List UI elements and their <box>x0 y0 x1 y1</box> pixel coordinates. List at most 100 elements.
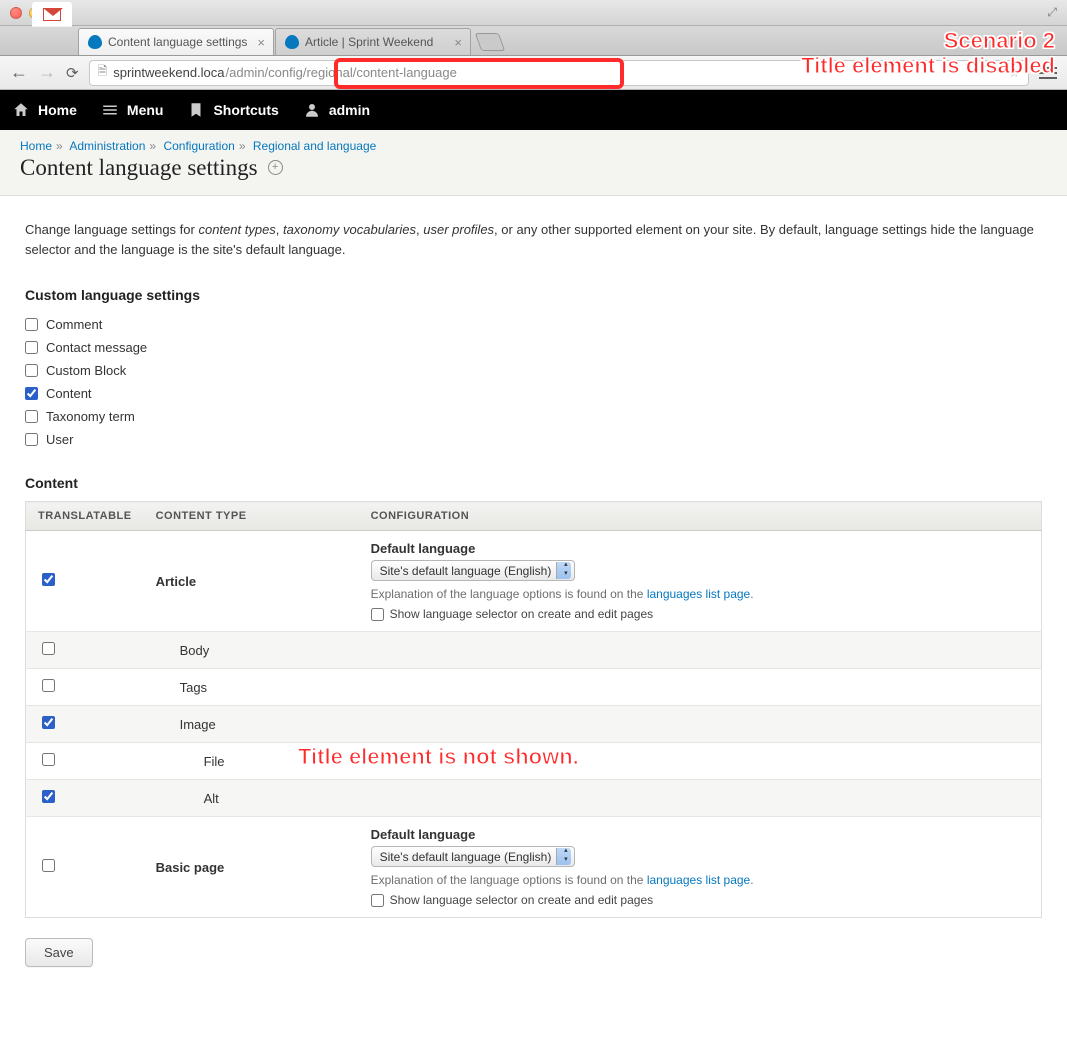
entity-type-list: Comment Contact message Custom Block Con… <box>25 313 1042 451</box>
entity-type-comment[interactable]: Comment <box>25 313 1042 336</box>
table-row-basic-page: Basic page Default language Site's defau… <box>26 817 1042 918</box>
user-icon <box>303 101 321 119</box>
admin-toolbar: Home Menu Shortcuts admin <box>0 90 1067 130</box>
toolbar-shortcuts[interactable]: Shortcuts <box>187 101 278 119</box>
hint-pre: Explanation of the language options is f… <box>371 873 647 887</box>
checkbox[interactable] <box>371 894 384 907</box>
show-selector-label: Show language selector on create and edi… <box>390 607 654 621</box>
default-language-label: Default language <box>371 541 1029 556</box>
translatable-checkbox[interactable] <box>42 679 55 692</box>
page-icon: 🗎 <box>98 62 108 83</box>
page-title: Content language settings <box>20 155 258 181</box>
pinned-tab-gmail[interactable] <box>32 2 72 27</box>
expand-icon[interactable]: ⤢ <box>1047 5 1057 20</box>
checkbox[interactable] <box>371 608 384 621</box>
browser-tab-strip: Content language settings × Article | Sp… <box>0 26 1067 56</box>
toolbar-user[interactable]: admin <box>303 101 370 119</box>
col-content-type: Content Type <box>144 502 359 531</box>
close-tab-icon[interactable]: × <box>454 35 462 50</box>
main-content: Change language settings for content typ… <box>0 196 1067 991</box>
breadcrumb-home[interactable]: Home <box>20 139 52 153</box>
breadcrumb-config[interactable]: Configuration <box>163 139 234 153</box>
bundle-label: Article <box>156 574 196 589</box>
col-configuration: Configuration <box>359 502 1042 531</box>
gmail-icon <box>43 8 61 21</box>
checkbox[interactable] <box>25 433 38 446</box>
hint-pre: Explanation of the language options is f… <box>371 587 647 601</box>
field-label: Tags <box>156 680 207 695</box>
new-tab-button[interactable] <box>475 33 506 51</box>
translatable-checkbox[interactable] <box>42 753 55 766</box>
custom-language-heading: Custom language settings <box>25 287 1042 303</box>
window-titlebar: ⤢ <box>0 0 1067 26</box>
entity-type-content[interactable]: Content <box>25 382 1042 405</box>
show-language-selector[interactable]: Show language selector on create and edi… <box>371 607 1029 621</box>
intro-em: taxonomy vocabularies <box>283 222 416 237</box>
entity-type-custom-block[interactable]: Custom Block <box>25 359 1042 382</box>
checkbox[interactable] <box>25 364 38 377</box>
browser-tab-active[interactable]: Content language settings × <box>78 28 274 55</box>
languages-list-link[interactable]: languages list page <box>647 873 750 887</box>
page-header: Home» Administration» Configuration» Reg… <box>0 130 1067 196</box>
entity-label: Custom Block <box>46 363 126 378</box>
show-language-selector[interactable]: Show language selector on create and edi… <box>371 893 1029 907</box>
toolbar-shortcuts-label: Shortcuts <box>213 102 278 118</box>
browser-menu-icon[interactable] <box>1039 67 1057 79</box>
toolbar-home[interactable]: Home <box>12 101 77 119</box>
intro-sep: , <box>276 222 283 237</box>
close-tab-icon[interactable]: × <box>257 35 265 50</box>
toolbar-menu[interactable]: Menu <box>101 101 164 119</box>
default-language-select[interactable]: Site's default language (English) <box>371 560 575 581</box>
toolbar-menu-label: Menu <box>127 102 164 118</box>
save-button[interactable]: Save <box>25 938 93 967</box>
languages-list-link[interactable]: languages list page <box>647 587 750 601</box>
intro-text: Change language settings for content typ… <box>25 220 1042 259</box>
help-icon[interactable]: + <box>268 160 283 175</box>
hint-post: . <box>750 587 753 601</box>
checkbox[interactable] <box>25 318 38 331</box>
entity-label: Content <box>46 386 92 401</box>
translatable-checkbox[interactable] <box>42 859 55 872</box>
entity-label: Taxonomy term <box>46 409 135 424</box>
reload-button[interactable]: ⟳ <box>66 64 79 82</box>
bookmark-star-icon[interactable]: ☆ <box>1008 65 1020 81</box>
translatable-checkbox[interactable] <box>42 573 55 586</box>
default-language-select-wrap: Site's default language (English) <box>371 560 575 581</box>
default-language-label: Default language <box>371 827 1029 842</box>
default-language-select-wrap: Site's default language (English) <box>371 846 575 867</box>
table-row-field-image: Image <box>26 706 1042 743</box>
intro-em: user profiles <box>423 222 494 237</box>
entity-type-user[interactable]: User <box>25 428 1042 451</box>
browser-tab[interactable]: Article | Sprint Weekend × <box>275 28 471 55</box>
browser-toolbar: ← → ⟳ 🗎 sprintweekend.loca/admin/config/… <box>0 56 1067 90</box>
checkbox[interactable] <box>25 341 38 354</box>
breadcrumb-admin[interactable]: Administration <box>69 139 145 153</box>
default-language-select[interactable]: Site's default language (English) <box>371 846 575 867</box>
annotation-highlight-box <box>334 58 624 89</box>
translatable-checkbox[interactable] <box>42 790 55 803</box>
home-icon <box>12 101 30 119</box>
breadcrumb: Home» Administration» Configuration» Reg… <box>20 139 1047 153</box>
checkbox[interactable] <box>25 410 38 423</box>
show-selector-label: Show language selector on create and edi… <box>390 893 654 907</box>
toolbar-home-label: Home <box>38 102 77 118</box>
entity-type-taxonomy-term[interactable]: Taxonomy term <box>25 405 1042 428</box>
checkbox[interactable] <box>25 387 38 400</box>
entity-type-contact-message[interactable]: Contact message <box>25 336 1042 359</box>
hint-post: . <box>750 873 753 887</box>
translatable-checkbox[interactable] <box>42 642 55 655</box>
intro-lead: Change language settings for <box>25 222 198 237</box>
translatable-checkbox[interactable] <box>42 716 55 729</box>
breadcrumb-regional[interactable]: Regional and language <box>253 139 376 153</box>
field-label: Body <box>156 643 210 658</box>
forward-button[interactable]: → <box>38 62 56 83</box>
field-label: File <box>156 754 225 769</box>
table-row-field-alt: Alt <box>26 780 1042 817</box>
address-bar[interactable]: 🗎 sprintweekend.loca/admin/config/region… <box>89 60 1029 86</box>
close-window-button[interactable] <box>10 7 22 19</box>
back-button[interactable]: ← <box>10 62 28 83</box>
tab-title: Content language settings <box>108 35 251 49</box>
intro-em: content types <box>198 222 275 237</box>
drupal-icon <box>284 35 299 50</box>
bookmark-icon <box>187 101 205 119</box>
